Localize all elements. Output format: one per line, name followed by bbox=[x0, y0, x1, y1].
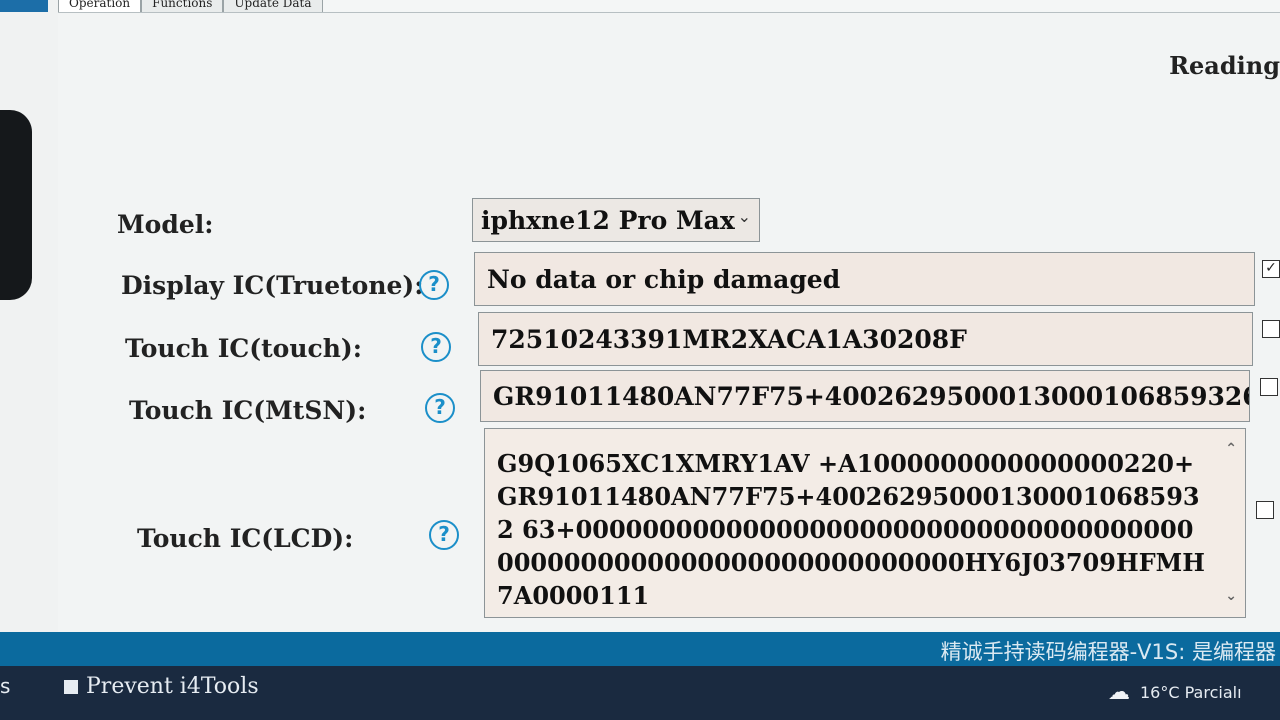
cloud-icon: ☁ bbox=[1108, 680, 1130, 705]
touch-ic-lcd-textarea[interactable]: G9Q1065XC1XMRY1AV +A1000000000000000220+… bbox=[484, 428, 1246, 618]
touch-ic-touch-field[interactable]: 72510243391MR2XACA1A30208F bbox=[478, 312, 1253, 366]
help-icon[interactable]: ? bbox=[429, 520, 459, 550]
touch-ic-mtsn-label: Touch IC(MtSN): bbox=[129, 396, 367, 425]
scroll-up-icon[interactable]: ⌃ bbox=[1225, 433, 1237, 466]
touch-ic-lcd-label: Touch IC(LCD): bbox=[137, 524, 354, 553]
status-bar: 精诚手持读码编程器-V1S: 是编程器 bbox=[0, 632, 1280, 666]
prevent-i4tools-item[interactable]: Prevent i4Tools bbox=[64, 674, 259, 699]
help-icon[interactable]: ? bbox=[425, 393, 455, 423]
screen-bezel bbox=[0, 0, 58, 640]
touch-ic-mtsn-field[interactable]: GR91011480AN77F75+4002629500013000106859… bbox=[480, 370, 1250, 422]
display-ic-field[interactable]: No data or chip damaged bbox=[474, 252, 1255, 306]
touch-ic-lcd-checkbox[interactable] bbox=[1256, 501, 1274, 519]
touch-ic-mtsn-checkbox[interactable] bbox=[1260, 378, 1278, 396]
window-corner bbox=[0, 0, 48, 12]
display-ic-label: Display IC(Truetone): bbox=[121, 271, 424, 300]
model-label: Model: bbox=[117, 210, 214, 239]
weather-text: 16°C Parcialı bbox=[1140, 683, 1242, 702]
help-icon[interactable]: ? bbox=[419, 270, 449, 300]
weather-widget[interactable]: ☁ 16°C Parcialı bbox=[1108, 680, 1242, 705]
checkbox-icon bbox=[64, 679, 78, 694]
model-select[interactable]: iphxne12 Pro Max ⌄ bbox=[472, 198, 760, 242]
scroll-down-icon[interactable]: ⌄ bbox=[1225, 580, 1237, 613]
chevron-down-icon: ⌄ bbox=[737, 207, 751, 226]
help-icon[interactable]: ? bbox=[421, 332, 451, 362]
touch-ic-lcd-value: G9Q1065XC1XMRY1AV +A1000000000000000220+… bbox=[497, 449, 1205, 610]
touch-ic-touch-checkbox[interactable] bbox=[1262, 320, 1280, 338]
taskbar-left-text: s bbox=[0, 674, 11, 698]
taskbar: s Prevent i4Tools ☁ 16°C Parcialı bbox=[0, 666, 1280, 720]
touch-ic-touch-label: Touch IC(touch): bbox=[125, 334, 362, 363]
status-bar-text: 精诚手持读码编程器-V1S: 是编程器 bbox=[940, 640, 1276, 664]
prevent-i4tools-label: Prevent i4Tools bbox=[86, 674, 259, 699]
display-ic-checkbox[interactable]: ✓ bbox=[1262, 260, 1280, 278]
bezel-edge bbox=[0, 110, 32, 300]
reading-status: Reading bbox=[1169, 51, 1280, 80]
model-select-value: iphxne12 Pro Max bbox=[481, 205, 735, 235]
